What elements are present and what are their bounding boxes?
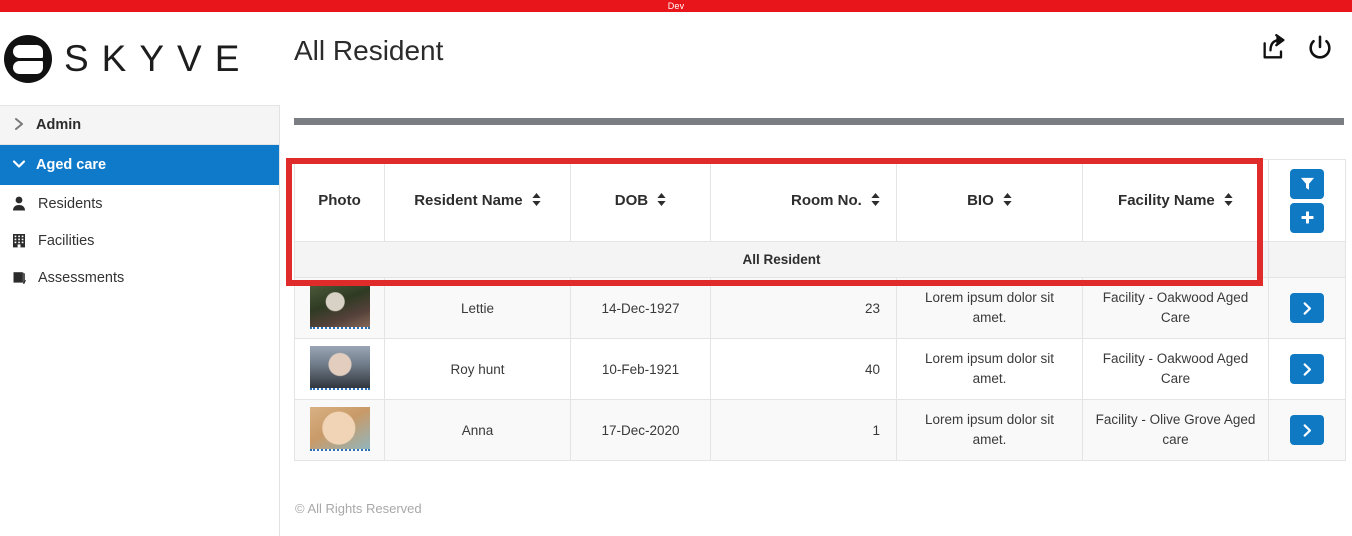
sort-toggle-icon[interactable] xyxy=(532,193,541,206)
cell-facility-name: Facility - Oakwood Aged Care xyxy=(1082,277,1269,339)
cell-photo[interactable] xyxy=(294,399,385,461)
cell-photo[interactable] xyxy=(294,277,385,339)
toolbar-separator xyxy=(294,118,1344,125)
power-icon[interactable] xyxy=(1306,34,1334,62)
plus-icon xyxy=(1300,210,1315,225)
user-icon xyxy=(8,196,30,211)
filter-icon xyxy=(1300,176,1315,191)
sidebar-item-label: Facilities xyxy=(38,232,95,249)
table-row[interactable]: Lettie 14-Dec-1927 23 Lorem ipsum dolor … xyxy=(294,277,1346,339)
grid-caption: All Resident xyxy=(294,241,1269,278)
cell-dob: 14-Dec-1927 xyxy=(570,277,711,339)
column-header-resident-name[interactable]: Resident Name xyxy=(384,159,571,242)
sidebar: Admin Aged care Residents Facilities Ass… xyxy=(0,105,280,536)
cell-room-no: 40 xyxy=(710,338,897,400)
environment-banner: Dev xyxy=(0,0,1352,12)
cell-row-action xyxy=(1268,338,1346,400)
app-header: SKYVE All Resident xyxy=(0,12,1352,105)
grid-caption-row: All Resident xyxy=(294,241,1346,278)
sidebar-group-label: Admin xyxy=(36,117,82,133)
column-header-facility-name[interactable]: Facility Name xyxy=(1082,159,1269,242)
column-label-dob: DOB xyxy=(614,192,649,209)
add-button[interactable] xyxy=(1290,202,1324,233)
cell-row-action xyxy=(1268,399,1346,461)
share-export-icon[interactable] xyxy=(1260,34,1288,62)
grid-action-button-stack xyxy=(1269,168,1345,233)
filter-button[interactable] xyxy=(1290,168,1324,199)
column-header-dob[interactable]: DOB xyxy=(570,159,711,242)
sidebar-item-label: Assessments xyxy=(38,269,125,286)
sidebar-group-aged-care[interactable]: Aged care xyxy=(0,145,279,185)
column-label-facility-name: Facility Name xyxy=(1118,192,1215,209)
resident-photo-thumbnail[interactable] xyxy=(309,406,370,451)
sort-toggle-icon[interactable] xyxy=(1224,193,1233,206)
column-header-bio[interactable]: BIO xyxy=(896,159,1083,242)
main-content: All Resident Photo Resident Name DOB Roo… xyxy=(280,105,1352,536)
column-header-photo[interactable]: Photo xyxy=(294,159,385,242)
app-body: Admin Aged care Residents Facilities Ass… xyxy=(0,105,1352,536)
building-icon xyxy=(8,233,30,248)
resident-data-grid: All Resident Photo Resident Name DOB Roo… xyxy=(294,159,1346,461)
column-label-room-no: Room No. xyxy=(791,192,862,209)
sidebar-item-residents[interactable]: Residents xyxy=(0,185,279,222)
cell-bio: Lorem ipsum dolor sit amet. xyxy=(896,338,1083,400)
sort-toggle-icon[interactable] xyxy=(657,193,666,206)
grid-header: Photo Resident Name DOB Room No. BIO Fac… xyxy=(294,159,1346,242)
sidebar-group-admin[interactable]: Admin xyxy=(0,105,279,145)
brand-logo[interactable]: SKYVE xyxy=(0,12,280,105)
data-grid-container: All Resident Photo Resident Name DOB Roo… xyxy=(286,158,1346,461)
footer-copyright: © All Rights Reserved xyxy=(295,501,422,516)
column-label-photo: Photo xyxy=(318,192,361,209)
skyve-logo-icon xyxy=(4,34,52,83)
header-actions xyxy=(1260,34,1334,62)
chevron-right-icon xyxy=(1300,423,1315,438)
chevron-right-icon xyxy=(1300,362,1315,377)
cell-dob: 17-Dec-2020 xyxy=(570,399,711,461)
sidebar-item-facilities[interactable]: Facilities xyxy=(0,222,279,259)
sidebar-item-assessments[interactable]: Assessments xyxy=(0,259,279,296)
column-label-bio: BIO xyxy=(967,192,994,209)
cell-room-no: 1 xyxy=(710,399,897,461)
cell-dob: 10-Feb-1921 xyxy=(570,338,711,400)
grid-header-row: Photo Resident Name DOB Room No. BIO Fac… xyxy=(294,159,1346,242)
sidebar-item-label: Residents xyxy=(38,195,103,212)
column-label-resident-name: Resident Name xyxy=(414,192,523,209)
resident-photo-thumbnail[interactable] xyxy=(309,284,370,329)
cell-facility-name: Facility - Olive Grove Aged care xyxy=(1082,399,1269,461)
cell-facility-name: Facility - Oakwood Aged Care xyxy=(1082,338,1269,400)
cell-resident-name: Anna xyxy=(384,399,571,461)
column-header-room-no[interactable]: Room No. xyxy=(710,159,897,242)
book-icon xyxy=(8,270,30,285)
cell-resident-name: Roy hunt xyxy=(384,338,571,400)
cell-bio: Lorem ipsum dolor sit amet. xyxy=(896,399,1083,461)
cell-photo[interactable] xyxy=(294,338,385,400)
brand-wordmark: SKYVE xyxy=(64,37,253,79)
open-row-button[interactable] xyxy=(1290,415,1324,445)
grid-caption-actions-cell xyxy=(1268,241,1346,278)
grid-header-actions xyxy=(1268,159,1346,242)
cell-row-action xyxy=(1268,277,1346,339)
sort-toggle-icon[interactable] xyxy=(871,193,880,206)
sidebar-group-label: Aged care xyxy=(36,157,107,173)
page-title: All Resident xyxy=(294,35,444,66)
cell-room-no: 23 xyxy=(710,277,897,339)
open-row-button[interactable] xyxy=(1290,354,1324,384)
table-row[interactable]: Anna 17-Dec-2020 1 Lorem ipsum dolor sit… xyxy=(294,399,1346,461)
cell-bio: Lorem ipsum dolor sit amet. xyxy=(896,277,1083,339)
open-row-button[interactable] xyxy=(1290,293,1324,323)
cell-resident-name: Lettie xyxy=(384,277,571,339)
chevron-down-icon xyxy=(8,157,30,174)
resident-photo-thumbnail[interactable] xyxy=(309,345,370,390)
grid-body: Lettie 14-Dec-1927 23 Lorem ipsum dolor … xyxy=(294,277,1346,461)
chevron-right-icon xyxy=(1300,301,1315,316)
table-row[interactable]: Roy hunt 10-Feb-1921 40 Lorem ipsum dolo… xyxy=(294,338,1346,400)
sort-toggle-icon[interactable] xyxy=(1003,193,1012,206)
chevron-right-icon xyxy=(8,117,30,134)
